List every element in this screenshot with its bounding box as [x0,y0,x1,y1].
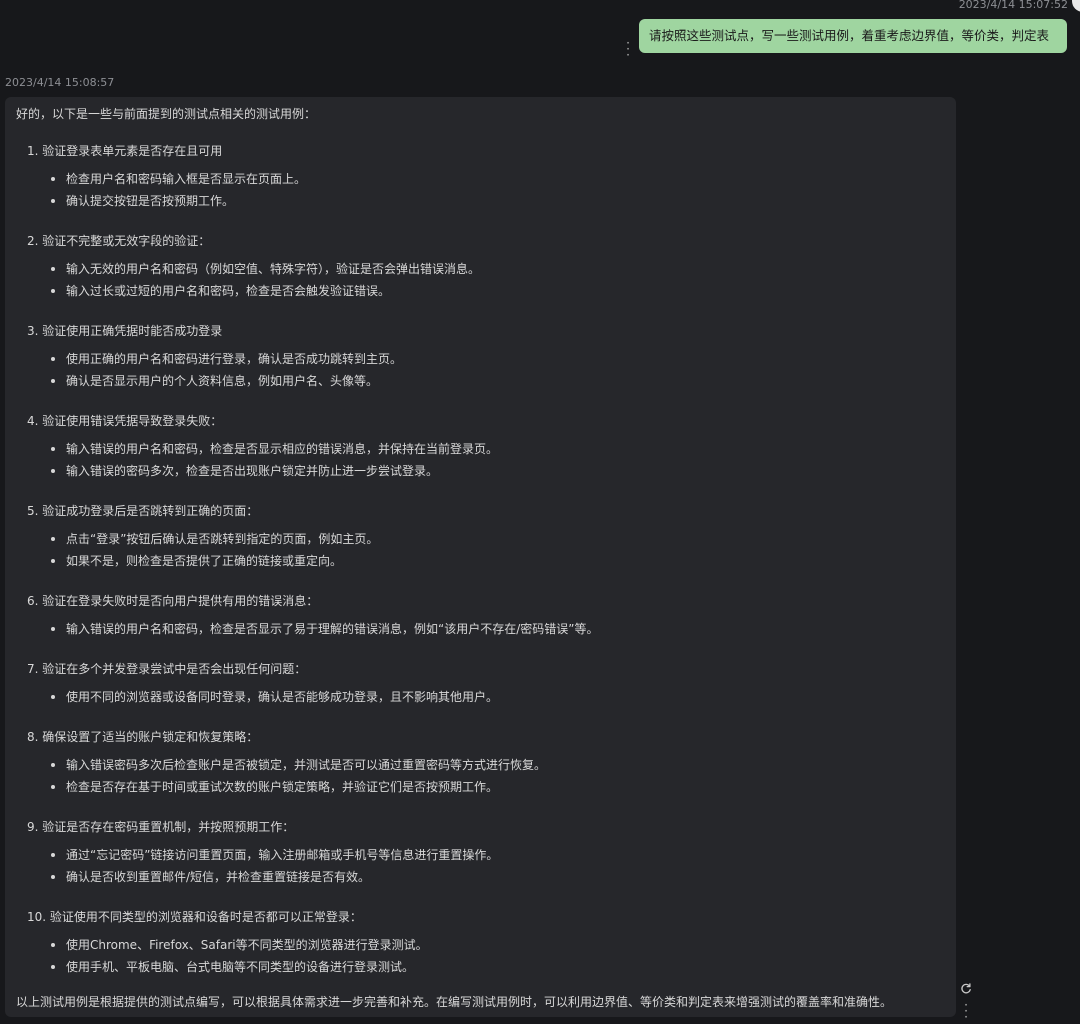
test-case-number: 6. [27,594,39,608]
assistant-outro: 以上测试用例是根据提供的测试点编写，可以根据具体需求进一步完善和补充。在编写测试… [16,995,893,1009]
test-case-title-text: 验证是否存在密码重置机制，并按照预期工作： [42,820,295,834]
test-case-number: 3. [27,324,39,338]
list-item: 使用正确的用户名和密码进行登录，确认是否成功跳转到主页。 [51,351,956,373]
test-case-title-text: 验证成功登录后是否跳转到正确的页面： [42,504,259,518]
test-case-section: 8. 确保设置了适当的账户锁定和恢复策略： 输入错误密码多次后检查账户是否被锁定，… [16,729,956,801]
list-item: 如果不是，则检查是否提供了正确的链接或重定向。 [51,553,956,575]
test-case-number: 5. [27,504,39,518]
test-case-bullets: 检查用户名和密码输入框是否显示在页面上。 确认提交按钮是否按预期工作。 [16,171,956,215]
list-item: 输入错误密码多次后检查账户是否被锁定，并测试是否可以通过重置密码等方式进行恢复。 [51,757,956,779]
test-case-bullets: 通过“忘记密码”链接访问重置页面，输入注册邮箱或手机号等信息进行重置操作。 确认是… [16,847,956,891]
test-case-number: 2. [27,234,39,248]
test-case-title: 10. 验证使用不同类型的浏览器和设备时是否都可以正常登录： [16,909,956,925]
test-case-section: 9. 验证是否存在密码重置机制，并按照预期工作： 通过“忘记密码”链接访问重置页面… [16,819,956,891]
user-message-timestamp: 2023/4/14 15:07:52 [958,0,1068,11]
list-item: 输入错误的用户名和密码，检查是否显示了易于理解的错误消息，例如“该用户不存在/密… [51,621,956,643]
test-case-number: 1. [27,144,39,158]
list-item: 确认是否收到重置邮件/短信，并检查重置链接是否有效。 [51,869,956,891]
list-item: 检查是否存在基于时间或重试次数的账户锁定策略，并验证它们是否按预期工作。 [51,779,956,801]
user-avatar[interactable] [1072,0,1080,12]
user-message-bubble: 请按照这些测试点，写一些测试用例，着重考虑边界值，等价类，判定表 [639,19,1067,53]
test-case-section: 10. 验证使用不同类型的浏览器和设备时是否都可以正常登录： 使用Chrome、F… [16,909,956,981]
list-item: 输入错误的密码多次，检查是否出现账户锁定并防止进一步尝试登录。 [51,463,956,485]
list-item: 输入错误的用户名和密码，检查是否显示相应的错误消息，并保持在当前登录页。 [51,441,956,463]
test-case-title: 5. 验证成功登录后是否跳转到正确的页面： [16,503,956,519]
test-case-number: 8. [27,730,39,744]
test-case-title-text: 验证登录表单元素是否存在且可用 [42,144,223,158]
test-case-bullets: 使用正确的用户名和密码进行登录，确认是否成功跳转到主页。 确认是否显示用户的个人资… [16,351,956,395]
test-case-section: 6. 验证在登录失败时是否向用户提供有用的错误消息： 输入错误的用户名和密码，检查… [16,593,956,643]
test-case-title: 3. 验证使用正确凭据时能否成功登录 [16,323,956,339]
test-case-title-text: 验证使用错误凭据导致登录失败： [42,414,223,428]
test-case-bullets: 输入无效的用户名和密码（例如空值、特殊字符），验证是否会弹出错误消息。 输入过长或… [16,261,956,305]
list-item: 确认提交按钮是否按预期工作。 [51,193,956,215]
test-case-number: 10. [27,910,47,924]
test-case-number: 4. [27,414,39,428]
test-case-section: 7. 验证在多个并发登录尝试中是否会出现任何问题： 使用不同的浏览器或设备同时登录… [16,661,956,711]
list-item: 输入无效的用户名和密码（例如空值、特殊字符），验证是否会弹出错误消息。 [51,261,956,283]
list-item: 点击“登录”按钮后确认是否跳转到指定的页面，例如主页。 [51,531,956,553]
user-more-options-icon[interactable]: · · · [622,37,634,61]
list-item: 使用手机、平板电脑、台式电脑等不同类型的设备进行登录测试。 [51,959,956,981]
test-case-section: 2. 验证不完整或无效字段的验证： 输入无效的用户名和密码（例如空值、特殊字符），… [16,233,956,305]
test-case-bullets: 输入错误的用户名和密码，检查是否显示了易于理解的错误消息，例如“该用户不存在/密… [16,621,956,643]
test-case-title: 6. 验证在登录失败时是否向用户提供有用的错误消息： [16,593,956,609]
assistant-more-options-icon[interactable]: · · · [960,999,972,1023]
list-item: 通过“忘记密码”链接访问重置页面，输入注册邮箱或手机号等信息进行重置操作。 [51,847,956,869]
list-item: 检查用户名和密码输入框是否显示在页面上。 [51,171,956,193]
test-case-title-text: 验证在多个并发登录尝试中是否会出现任何问题： [42,662,307,676]
test-case-title: 8. 确保设置了适当的账户锁定和恢复策略： [16,729,956,745]
test-case-title-text: 确保设置了适当的账户锁定和恢复策略： [42,730,259,744]
assistant-message-timestamp: 2023/4/14 15:08:57 [5,76,115,89]
test-case-number: 9. [27,820,39,834]
test-case-section: 1. 验证登录表单元素是否存在且可用检查用户名和密码输入框是否显示在页面上。 确认… [16,143,956,215]
test-case-title: 4. 验证使用错误凭据导致登录失败： [16,413,956,429]
refresh-icon[interactable] [960,983,972,995]
test-case-title-text: 验证使用正确凭据时能否成功登录 [42,324,223,338]
list-item: 使用不同的浏览器或设备同时登录，确认是否能够成功登录，且不影响其他用户。 [51,689,956,711]
test-case-section: 5. 验证成功登录后是否跳转到正确的页面： 点击“登录”按钮后确认是否跳转到指定的… [16,503,956,575]
test-case-title: 7. 验证在多个并发登录尝试中是否会出现任何问题： [16,661,956,677]
assistant-intro: 好的，以下是一些与前面提到的测试点相关的测试用例： [16,107,317,121]
test-case-title: 9. 验证是否存在密码重置机制，并按照预期工作： [16,819,956,835]
list-item: 确认是否显示用户的个人资料信息，例如用户名、头像等。 [51,373,956,395]
test-case-title: 1. 验证登录表单元素是否存在且可用 [16,143,956,159]
test-case-list: 1. 验证登录表单元素是否存在且可用检查用户名和密码输入框是否显示在页面上。 确认… [16,143,956,981]
test-case-title-text: 验证在登录失败时是否向用户提供有用的错误消息： [42,594,319,608]
test-case-title: 2. 验证不完整或无效字段的验证： [16,233,956,249]
test-case-title-text: 验证使用不同类型的浏览器和设备时是否都可以正常登录： [49,910,362,924]
test-case-bullets: 使用Chrome、Firefox、Safari等不同类型的浏览器进行登录测试。使… [16,937,956,981]
test-case-bullets: 输入错误密码多次后检查账户是否被锁定，并测试是否可以通过重置密码等方式进行恢复。… [16,757,956,801]
test-case-section: 4. 验证使用错误凭据导致登录失败： 输入错误的用户名和密码，检查是否显示相应的错… [16,413,956,485]
chat-page: 2023/4/14 15:07:52 · · · 请按照这些测试点，写一些测试用例，… [0,0,1080,1024]
test-case-title-text: 验证不完整或无效字段的验证： [42,234,211,248]
test-case-number: 7. [27,662,39,676]
test-case-bullets: 输入错误的用户名和密码，检查是否显示相应的错误消息，并保持在当前登录页。 输入错误… [16,441,956,485]
assistant-message-bubble: 好的，以下是一些与前面提到的测试点相关的测试用例： 1. 验证登录表单元素是否存… [5,97,956,1017]
test-case-bullets: 使用不同的浏览器或设备同时登录，确认是否能够成功登录，且不影响其他用户。 [16,689,956,711]
test-case-section: 3. 验证使用正确凭据时能否成功登录使用正确的用户名和密码进行登录，确认是否成功… [16,323,956,395]
list-item: 使用Chrome、Firefox、Safari等不同类型的浏览器进行登录测试。 [51,937,956,959]
list-item: 输入过长或过短的用户名和密码，检查是否会触发验证错误。 [51,283,956,305]
test-case-bullets: 点击“登录”按钮后确认是否跳转到指定的页面，例如主页。 如果不是，则检查是否提供了… [16,531,956,575]
